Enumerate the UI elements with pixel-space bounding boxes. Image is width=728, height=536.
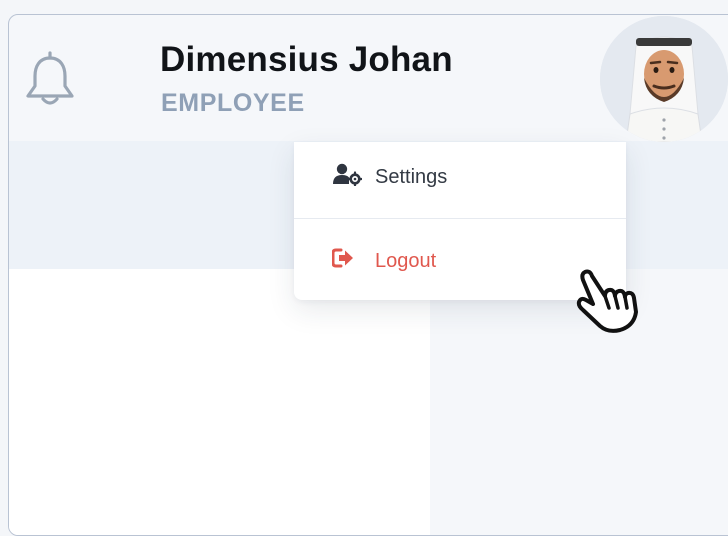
logout-label: Logout — [375, 250, 437, 272]
user-role: EMPLOYEE — [161, 89, 305, 117]
avatar[interactable] — [600, 16, 728, 142]
content-card — [9, 269, 430, 535]
user-name: Dimensius Johan — [160, 40, 453, 79]
settings-label: Settings — [375, 166, 448, 188]
settings-menu-item[interactable]: Settings — [294, 142, 626, 219]
bell-icon[interactable] — [24, 50, 76, 108]
pointing-hand-cursor-icon — [574, 266, 646, 338]
sign-out-icon — [331, 247, 362, 271]
user-gear-icon — [332, 162, 363, 187]
